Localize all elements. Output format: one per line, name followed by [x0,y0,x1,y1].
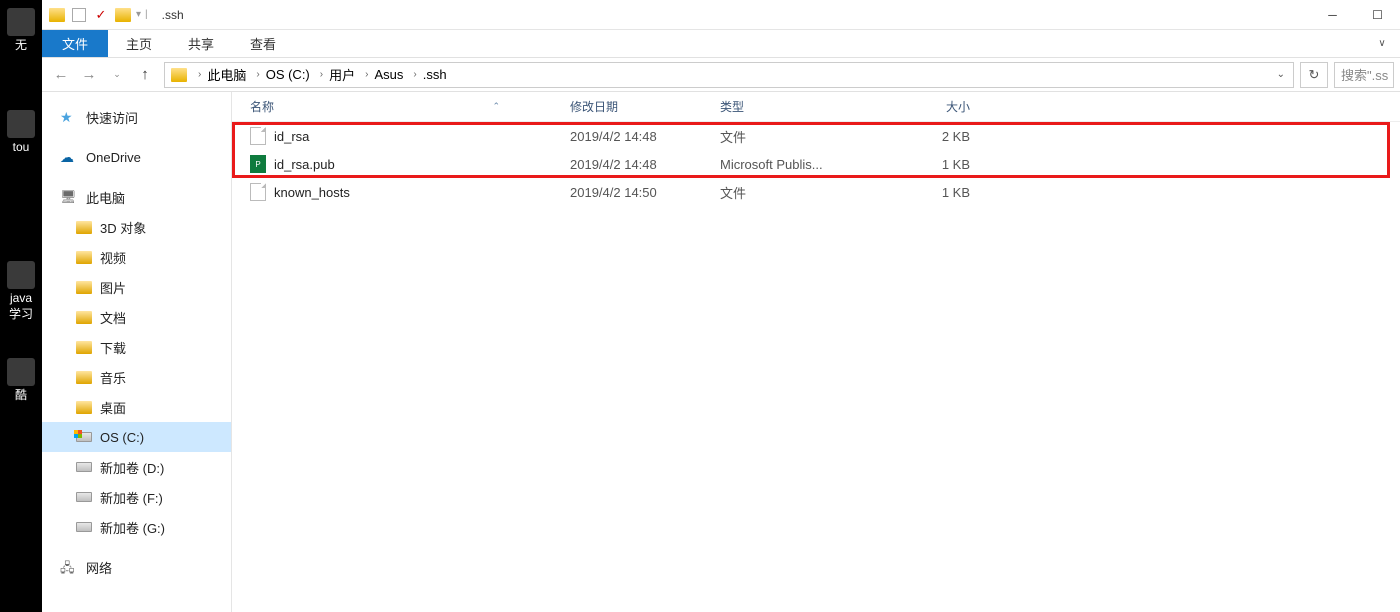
sidebar-folder-music[interactable]: 音乐 [42,362,231,392]
sort-arrow-icon: ⌃ [492,101,500,112]
desktop-icon-1[interactable]: 无 [0,0,42,62]
sidebar-folder-downloads[interactable]: 下载 [42,332,231,362]
separator-icon: ▾ [136,9,141,20]
folder-icon [76,401,92,414]
breadcrumb-seg[interactable]: 用户 [329,65,355,84]
pc-icon: 🖥 [60,189,78,205]
folder-icon [76,371,92,384]
back-button[interactable]: ← [48,62,74,88]
column-headers: 名称⌃ 修改日期 类型 大小 [232,92,1400,122]
sidebar-drive-c[interactable]: OS (C:) [42,422,231,452]
sidebar-quick-access[interactable]: ★快速访问 [42,102,231,132]
search-input[interactable]: 搜索".ss [1334,62,1394,88]
sidebar-folder-desktop[interactable]: 桌面 [42,392,231,422]
drive-icon [76,522,92,532]
folder-icon [76,311,92,324]
desktop-icon-4[interactable]: 酷 [0,350,42,412]
breadcrumb-seg[interactable]: OS (C:) [266,67,310,82]
ribbon-tab-share[interactable]: 共享 [170,30,232,57]
file-pane[interactable]: 名称⌃ 修改日期 类型 大小 id_rsa 2019/4/2 14:48 文件 … [232,92,1400,612]
address-box[interactable]: ›此电脑 ›OS (C:) ›用户 ›Asus ›.ssh ⌄ [164,62,1294,88]
minimize-button[interactable]: ─ [1310,0,1355,30]
cloud-icon: ☁ [60,149,78,165]
breadcrumb-seg[interactable]: 此电脑 [207,65,246,84]
up-button[interactable]: ↑ [132,62,158,88]
properties-icon[interactable]: ✓ [92,6,110,24]
network-icon: 🖧 [60,559,78,575]
folder-icon [171,68,187,82]
folder-icon [48,6,66,24]
maximize-button[interactable]: ☐ [1355,0,1400,30]
forward-button[interactable]: → [76,62,102,88]
file-row[interactable]: id_rsa 2019/4/2 14:48 文件 2 KB [232,122,1400,150]
address-bar: ← → ⌄ ↑ ›此电脑 ›OS (C:) ›用户 ›Asus ›.ssh ⌄ … [42,58,1400,92]
pipe-icon: | [145,9,148,20]
chevron-right-icon[interactable]: › [194,69,205,80]
drive-icon [76,432,92,442]
ribbon-tab-view[interactable]: 查看 [232,30,294,57]
ribbon-expand-button[interactable]: ∨ [1364,30,1400,57]
desktop-left-strip: 无 tou java 学习 酷 [0,0,42,612]
sidebar-drive-f[interactable]: 新加卷 (F:) [42,482,231,512]
file-icon [250,127,266,145]
sidebar-folder-video[interactable]: 视频 [42,242,231,272]
star-icon: ★ [60,109,78,125]
sidebar-drive-d[interactable]: 新加卷 (D:) [42,452,231,482]
breadcrumb-seg[interactable]: .ssh [423,67,447,82]
address-dropdown[interactable]: ⌄ [1269,69,1293,80]
folder-icon [76,251,92,264]
drive-icon [76,492,92,502]
desktop-icon-3[interactable]: java 学习 [0,253,42,330]
folder-icon [76,281,92,294]
sidebar-onedrive[interactable]: ☁OneDrive [42,142,231,172]
col-size[interactable]: 大小 [870,98,990,115]
ribbon: 文件 主页 共享 查看 ∨ [42,30,1400,58]
file-row[interactable]: Pid_rsa.pub 2019/4/2 14:48 Microsoft Pub… [232,150,1400,178]
chevron-right-icon[interactable]: › [252,69,263,80]
ribbon-tab-home[interactable]: 主页 [108,30,170,57]
drive-icon [76,462,92,472]
explorer-window: ✓ ▾ | .ssh ─ ☐ 文件 主页 共享 查看 ∨ ← → ⌄ ↑ ›此电… [42,0,1400,612]
chevron-right-icon[interactable]: › [316,69,327,80]
chevron-right-icon[interactable]: › [361,69,372,80]
chevron-right-icon[interactable]: › [409,69,420,80]
quickaccess-icon[interactable] [70,6,88,24]
window-title: .ssh [154,8,184,22]
refresh-button[interactable]: ↻ [1300,62,1328,88]
sidebar-folder-3d[interactable]: 3D 对象 [42,212,231,242]
publisher-icon: P [250,155,266,173]
col-date[interactable]: 修改日期 [570,98,720,115]
folder-icon [76,341,92,354]
sidebar-network[interactable]: 🖧网络 [42,552,231,582]
sidebar-folder-documents[interactable]: 文档 [42,302,231,332]
desktop-icon-2[interactable]: tou [0,102,42,164]
dropdown-icon[interactable] [114,6,132,24]
folder-icon [76,221,92,234]
file-row[interactable]: known_hosts 2019/4/2 14:50 文件 1 KB [232,178,1400,206]
recent-dropdown[interactable]: ⌄ [104,62,130,88]
sidebar-thispc[interactable]: 🖥此电脑 [42,182,231,212]
titlebar[interactable]: ✓ ▾ | .ssh ─ ☐ [42,0,1400,30]
col-name[interactable]: 名称⌃ [250,98,570,115]
ribbon-file-tab[interactable]: 文件 [42,30,108,57]
file-icon [250,183,266,201]
sidebar-folder-pictures[interactable]: 图片 [42,272,231,302]
breadcrumb-seg[interactable]: Asus [374,67,403,82]
col-type[interactable]: 类型 [720,98,870,115]
sidebar-drive-g[interactable]: 新加卷 (G:) [42,512,231,542]
sidebar: ★快速访问 ☁OneDrive 🖥此电脑 3D 对象 视频 图片 文档 下载 音… [42,92,232,612]
